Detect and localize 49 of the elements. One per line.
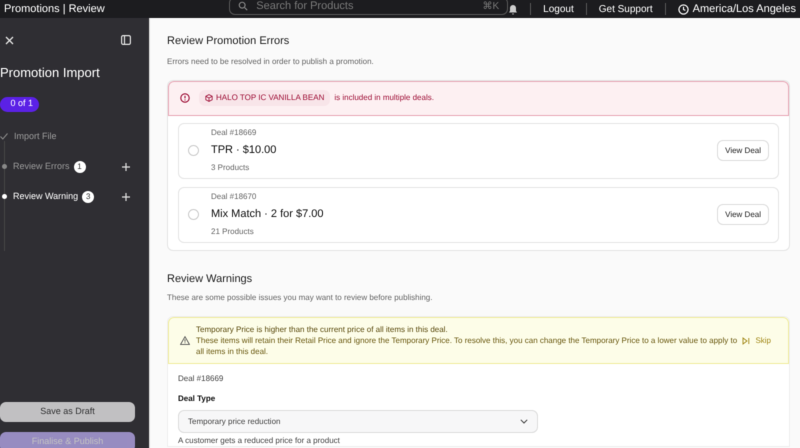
timezone-selector[interactable]: America/Los Angeles <box>678 0 796 18</box>
close-icon[interactable] <box>5 36 14 44</box>
skip-icon <box>742 336 750 344</box>
plus-icon[interactable] <box>122 162 130 170</box>
box-icon <box>205 94 213 102</box>
section-subtitle: These are some possible issues you may want to review before publishing. <box>167 292 434 304</box>
warning-message: These items will retain their Retail Price and ignore the Temporary Price. To resolve this, you can change the Temporary Price to a lower value to apply to all items in this deal. <box>196 335 738 357</box>
radio-button[interactable] <box>188 145 199 156</box>
search-icon <box>238 1 248 11</box>
sidebar-title: Promotion Import <box>0 64 101 82</box>
alert-message: is included in multiple deals. <box>334 92 434 104</box>
sidebar-toggle-icon[interactable] <box>121 35 131 45</box>
field-label: Deal Type <box>178 393 216 405</box>
product-tag: HALO TOP IC VANILLA BEAN <box>199 90 330 106</box>
view-deal-button[interactable]: View Deal <box>717 204 769 225</box>
section-subtitle: Errors need to be resolved in order to publish a promotion. <box>167 56 375 68</box>
count-badge: 1 <box>74 160 86 172</box>
deal-type-dropdown[interactable]: Temporary price reduction <box>178 410 538 433</box>
progress-badge: 0 of 1 <box>0 96 39 112</box>
bell-icon[interactable] <box>508 4 518 14</box>
warning-heading: Temporary Price is higher than the current price of all items in this deal. <box>196 324 449 335</box>
warning-icon <box>180 336 190 345</box>
nav-link[interactable]: Get Support <box>598 2 653 16</box>
product-count: 21 Products <box>211 226 255 238</box>
plus-icon[interactable] <box>122 192 130 200</box>
radio-button[interactable] <box>188 209 199 220</box>
deal-name: Mix Match · 2 for $7.00 <box>211 206 324 222</box>
step-item[interactable]: Import File <box>0 128 149 144</box>
check-icon <box>0 133 8 140</box>
chevron-down-icon <box>520 419 528 424</box>
deal-number: Deal #18669 <box>178 373 224 385</box>
deal-name: TPR · $10.00 <box>211 142 276 158</box>
alert-icon <box>180 93 190 103</box>
step-item[interactable]: Review Errors 1 <box>0 158 149 174</box>
app-title: Promotions | Review <box>4 4 106 14</box>
section-title: Review Promotion Errors <box>167 34 290 49</box>
step-item[interactable]: Review Warning 3 <box>0 188 149 204</box>
section-title: Review Warnings <box>167 272 254 286</box>
view-deal-button[interactable]: View Deal <box>717 140 769 161</box>
deal-number: Deal #18670 <box>211 190 258 203</box>
deal-number: Deal #18669 <box>211 126 258 139</box>
help-text: A customer gets a reduced price for a product <box>178 436 341 446</box>
product-count: 3 Products <box>211 162 250 174</box>
shortcut-hint: ⌘K <box>482 0 500 14</box>
nav-link[interactable]: Logout <box>543 2 574 16</box>
search-box[interactable]: Search for Products ⌘K <box>229 0 508 15</box>
search-field[interactable]: Search for Products <box>256 0 474 14</box>
clock-icon <box>678 4 689 14</box>
count-badge: 3 <box>82 190 94 202</box>
